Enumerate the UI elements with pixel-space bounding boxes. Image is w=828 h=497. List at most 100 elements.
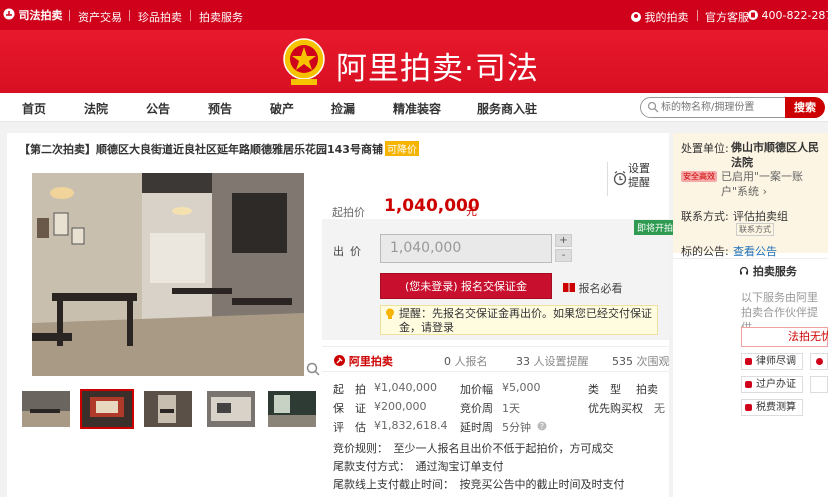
start-price-unit: 元: [466, 205, 477, 218]
info-start-value: ¥1,040,000: [374, 381, 437, 394]
lawyer-diligence-button[interactable]: 律师尽调: [741, 353, 803, 370]
nav-item-notices[interactable]: 公告: [146, 100, 170, 117]
set-reminder-button[interactable]: 设置 提醒: [607, 162, 651, 196]
more-service-button[interactable]: [810, 353, 828, 370]
phone-number: 400-822-2870: [748, 9, 828, 22]
notice-label: 标的公告:: [681, 245, 729, 258]
thumbnail-4[interactable]: [207, 391, 255, 427]
payment-method: 尾款支付方式： 通过淘宝订单支付: [333, 460, 504, 473]
set-reminder-label: 设置 提醒: [628, 162, 650, 189]
info-increment-label: 加价幅: [460, 383, 493, 396]
auction-service-title: 拍卖服务: [739, 263, 797, 279]
site-logo-link[interactable]: 司法拍卖: [3, 7, 63, 23]
restaurant-photo-image: [32, 173, 304, 376]
book-icon: [563, 283, 575, 292]
topbar-link-services[interactable]: 拍卖服务: [199, 9, 243, 25]
info-priority-label: 优先购买权: [588, 402, 643, 415]
lightbulb-icon: [386, 308, 394, 319]
stats-logo: 阿里拍卖: [334, 353, 393, 369]
transfer-certificate-button[interactable]: 过户办证: [741, 376, 803, 393]
info-start-label: 起 拍: [333, 383, 366, 396]
info-deposit-value: ¥200,000: [374, 400, 427, 413]
help-icon[interactable]: ?: [537, 421, 547, 431]
search-icon: [647, 101, 659, 113]
site-logo-text: 司法拍卖: [18, 9, 63, 22]
account-system-link[interactable]: 已启用"一案一账户"系统 ›: [721, 169, 826, 199]
increase-bid-button[interactable]: +: [555, 234, 572, 247]
info-increment-value: ¥5,000: [502, 381, 541, 394]
start-price-label: 起拍价: [332, 206, 365, 219]
thumbnail-image: [22, 391, 70, 427]
contact-label: 联系方式:: [681, 210, 729, 223]
payment-deadline: 尾款线上支付截止时间： 按竞买公告中的截止时间及时支付: [333, 478, 625, 491]
disposal-unit-value[interactable]: 佛山市顺德区人民法院: [731, 140, 823, 170]
info-eval-label: 评 估: [333, 421, 366, 434]
remind-count: 33 人设置提醒: [516, 353, 589, 369]
login-tip: 提醒：先报名交保证金再出价。如果您已经交付保证金，请登录: [380, 305, 658, 335]
main-nav: 首页 法院 公告 预告 破产 捡漏 精准装容 服务商入驻 搜索: [0, 93, 828, 122]
thumbnail-image: [82, 391, 132, 427]
info-eval-value: ¥1,832,618.4: [374, 419, 448, 432]
more-icon: [816, 358, 823, 365]
certificate-icon: [745, 381, 752, 388]
headset-icon: [739, 266, 749, 275]
info-priority-value: 无: [654, 402, 665, 415]
my-auction-link[interactable]: 我的拍卖: [631, 9, 689, 25]
auction-logo-icon: [3, 8, 15, 20]
nav-item-bargain[interactable]: 捡漏: [331, 100, 355, 117]
nav-item-provider[interactable]: 服务商入驻: [477, 100, 537, 117]
nav-item-preview[interactable]: 预告: [208, 100, 232, 117]
user-icon: [631, 12, 641, 22]
topbar-link-treasures[interactable]: 珍品拍卖: [138, 9, 182, 25]
bid-amount-input[interactable]: 1,040,000: [380, 234, 552, 263]
stats-logo-text: 阿里拍卖: [348, 355, 393, 368]
view-count: 535 次围观: [612, 353, 670, 369]
view-label: 次围观: [636, 355, 670, 368]
lawyer-icon: [745, 358, 752, 365]
info-type-value: 拍卖: [636, 383, 658, 396]
main-photo[interactable]: [32, 173, 304, 376]
legal-worry-free-button[interactable]: 法拍无忧: [741, 327, 828, 347]
decrease-bid-button[interactable]: -: [555, 249, 572, 262]
search-button[interactable]: 搜索: [785, 97, 825, 118]
svg-text:?: ?: [540, 422, 544, 431]
thumbnail-2-selected[interactable]: [80, 389, 134, 429]
tax-calculation-button[interactable]: 税费测算: [741, 399, 803, 416]
view-notice-link[interactable]: 查看公告: [733, 243, 777, 259]
nav-item-home[interactable]: 首页: [22, 100, 46, 117]
thumbnail-3[interactable]: [144, 391, 192, 427]
status-badge: 可降价: [384, 141, 419, 156]
bidding-rule: 竞价规则： 至少一人报名且出价不低于起拍价，方可成交: [333, 442, 614, 455]
register-deposit-button[interactable]: (您未登录) 报名交保证金: [380, 273, 552, 299]
info-cycle-label: 竞价周: [460, 402, 493, 415]
search-input[interactable]: [661, 100, 779, 115]
thumbnail-1[interactable]: [22, 391, 70, 427]
zoom-icon[interactable]: [306, 362, 320, 376]
remind-label: 人设置提醒: [533, 355, 589, 368]
info-cycle-value: 1天: [502, 402, 520, 415]
more-service-button-2[interactable]: [810, 376, 828, 393]
must-read-label: 报名必看: [578, 282, 623, 295]
thumbnail-5[interactable]: [268, 391, 316, 427]
thumbnail-image: [268, 391, 316, 427]
enroll-count: 0 人报名: [444, 353, 488, 369]
info-deposit-label: 保 证: [333, 402, 366, 415]
brand-banner: 阿里拍卖·司法: [0, 30, 828, 93]
contact-button[interactable]: 联系方式: [736, 223, 774, 236]
listing-title-text: 【第二次拍卖】顺德区大良街道近良社区延年路顺德雅居乐花园143号商铺: [19, 143, 383, 156]
thumbnail-image: [207, 391, 255, 427]
disposal-unit-label: 处置单位:: [681, 142, 729, 155]
nav-item-bankruptcy[interactable]: 破产: [270, 100, 294, 117]
alarm-clock-icon: [613, 171, 627, 186]
calculator-icon: [745, 404, 752, 411]
must-read-link[interactable]: 报名必看: [563, 280, 623, 296]
topbar-link-assets[interactable]: 资产交易: [78, 9, 122, 25]
official-service-link[interactable]: 官方客服: [705, 9, 749, 25]
enroll-number: 0: [444, 355, 451, 368]
nav-item-courts[interactable]: 法院: [84, 100, 108, 117]
search-box: [640, 97, 786, 118]
nav-item-precision[interactable]: 精准装容: [393, 100, 441, 117]
thumbnail-image: [144, 391, 192, 427]
security-badge: 安全高效: [681, 171, 717, 182]
my-auction-label: 我的拍卖: [644, 11, 689, 24]
